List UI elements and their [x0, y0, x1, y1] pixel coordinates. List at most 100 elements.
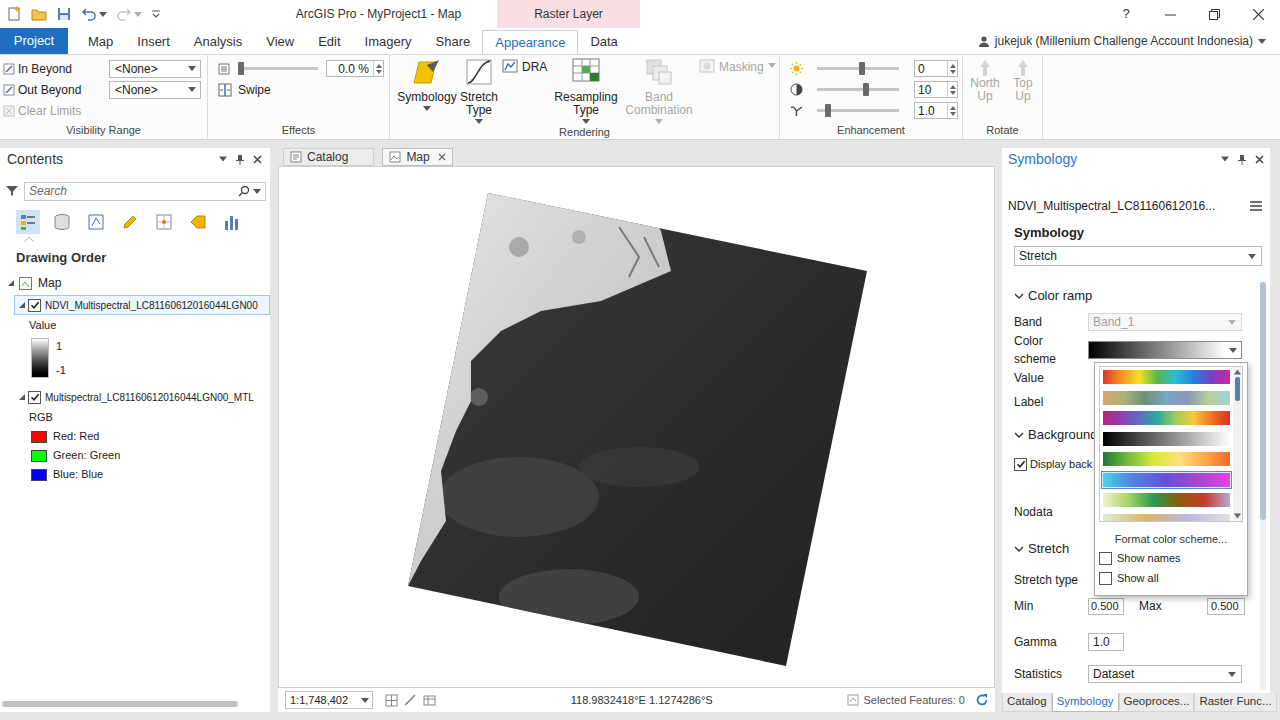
user-menu[interactable]: jukejuk (Millenium Challenge Account Ind… [978, 28, 1280, 54]
spin-up-icon[interactable] [950, 64, 956, 68]
color-ramp-option[interactable] [1101, 389, 1232, 407]
spin-down-icon[interactable] [950, 112, 956, 116]
menu-option[interactable]: Show all [1095, 568, 1247, 588]
scroll-down-icon[interactable] [1234, 513, 1241, 519]
statistics-dropdown[interactable]: Dataset [1088, 665, 1242, 683]
search-box[interactable] [24, 182, 266, 201]
pin-icon[interactable] [235, 154, 245, 165]
spin-down-icon[interactable] [950, 91, 956, 95]
minimize-button[interactable] [1148, 0, 1192, 28]
pane-options-icon[interactable] [219, 156, 227, 162]
ribbon-tab[interactable]: Imagery [353, 30, 424, 54]
gamma-input[interactable]: 1.0 [1088, 633, 1124, 651]
view-tab[interactable]: Catalog [283, 148, 374, 166]
format-color-scheme-link[interactable]: Format color scheme... [1095, 530, 1247, 548]
ribbon-tab[interactable]: Share [424, 30, 483, 54]
expand-toggle-icon[interactable] [18, 301, 26, 309]
spin-up-icon[interactable] [950, 106, 956, 110]
layer-row[interactable]: Multispectral_LC81160612016044LGN00_MTL [14, 387, 270, 407]
ribbon-tab[interactable]: Insert [125, 30, 182, 54]
ribbon-tab[interactable]: View [254, 30, 306, 54]
section-toggle-icon[interactable] [1014, 544, 1024, 554]
enhancement-slider[interactable] [817, 67, 899, 70]
ramp-list-scrollbar[interactable] [1233, 367, 1242, 521]
display-background-checkbox[interactable] [1014, 458, 1027, 471]
table-icon[interactable] [423, 694, 436, 707]
close-icon[interactable] [253, 155, 262, 164]
rendering-button[interactable]: Symbology [398, 55, 456, 111]
restore-button[interactable] [1192, 0, 1236, 28]
color-ramp-option[interactable] [1101, 512, 1232, 522]
transparency-slider[interactable] [238, 67, 318, 70]
close-button[interactable] [1236, 0, 1280, 28]
contents-view-button[interactable] [16, 210, 40, 234]
pane-tab[interactable]: Catalog [1002, 693, 1052, 712]
renderer-dropdown[interactable]: Stretch [1014, 246, 1262, 266]
contents-view-button[interactable] [50, 210, 74, 234]
project-tab[interactable]: Project [0, 28, 68, 54]
section-toggle-icon[interactable] [1014, 430, 1024, 440]
scale-box[interactable]: 1:1,748,402 [285, 691, 373, 709]
pane-scrollbar[interactable] [1260, 282, 1266, 690]
color-scheme-dropdown[interactable] [1088, 341, 1242, 359]
ribbon-tab[interactable]: Appearance [482, 30, 578, 54]
color-ramp-option[interactable] [1101, 491, 1232, 509]
pane-options-icon[interactable] [1221, 156, 1229, 162]
expand-toggle-icon[interactable] [7, 279, 15, 287]
refresh-icon[interactable] [975, 693, 989, 707]
contents-view-button[interactable] [186, 210, 210, 234]
option-checkbox[interactable] [1099, 552, 1112, 565]
pane-tab[interactable]: Geoproces... [1119, 693, 1195, 712]
filter-icon[interactable] [6, 185, 18, 197]
pane-tab[interactable]: Raster Func... [1194, 693, 1276, 712]
enhancement-input[interactable]: 10 [914, 81, 958, 98]
rendering-button[interactable]: DRA [502, 55, 552, 76]
enhancement-slider[interactable] [817, 109, 899, 112]
layer-row[interactable]: NDVI_Multispectral_LC81160612016044LGN00 [14, 295, 270, 315]
contents-view-button[interactable] [152, 210, 176, 234]
transparency-input[interactable]: 0.0 % [326, 60, 384, 77]
help-button[interactable]: ? [1104, 0, 1148, 28]
search-input[interactable] [29, 182, 235, 200]
ribbon-tab[interactable]: Map [76, 30, 125, 54]
close-tab-icon[interactable] [438, 153, 446, 161]
color-ramp-option[interactable] [1101, 430, 1232, 448]
spin-up-icon[interactable] [950, 85, 956, 89]
contents-view-button[interactable] [118, 210, 142, 234]
scroll-up-icon[interactable] [1234, 369, 1241, 375]
color-ramp-option[interactable] [1101, 368, 1232, 386]
open-project-icon[interactable] [31, 6, 47, 22]
grid-icon[interactable] [385, 694, 398, 707]
enhancement-slider[interactable] [817, 88, 899, 91]
section-toggle-icon[interactable] [1014, 291, 1024, 301]
contents-view-button[interactable] [84, 210, 108, 234]
section-header[interactable]: Color ramp [1008, 286, 1262, 306]
pane-tab[interactable]: Symbology [1052, 693, 1119, 712]
contents-view-button[interactable] [220, 210, 244, 234]
spin-up-icon[interactable] [376, 64, 382, 68]
option-checkbox[interactable] [1099, 572, 1112, 585]
layer-visibility-checkbox[interactable] [28, 391, 41, 404]
undo-icon[interactable] [81, 6, 97, 22]
color-ramp-option[interactable] [1101, 409, 1232, 427]
new-project-icon[interactable] [6, 6, 22, 22]
map-node[interactable]: Map [0, 274, 270, 292]
color-ramp-option[interactable] [1101, 450, 1232, 468]
rendering-button[interactable]: Stretch Type [457, 55, 501, 124]
save-icon[interactable] [56, 6, 72, 22]
layer-visibility-checkbox[interactable] [28, 299, 41, 312]
ribbon-tab[interactable]: Data [578, 30, 629, 54]
pin-icon[interactable] [1237, 154, 1247, 165]
color-ramp-option[interactable] [1101, 471, 1232, 489]
max-input[interactable]: 0.500 [1207, 598, 1245, 615]
scale-dropdown[interactable]: <None> [109, 81, 201, 99]
map-canvas[interactable] [278, 166, 995, 688]
spin-down-icon[interactable] [376, 70, 382, 74]
ribbon-tab[interactable]: Analysis [182, 30, 254, 54]
close-icon[interactable] [1255, 155, 1264, 164]
measure-icon[interactable] [404, 694, 417, 707]
menu-icon[interactable] [1250, 201, 1262, 211]
horizontal-scrollbar[interactable] [0, 698, 270, 710]
enhancement-input[interactable]: 0 [914, 60, 958, 77]
ribbon-tab[interactable]: Edit [306, 30, 352, 54]
